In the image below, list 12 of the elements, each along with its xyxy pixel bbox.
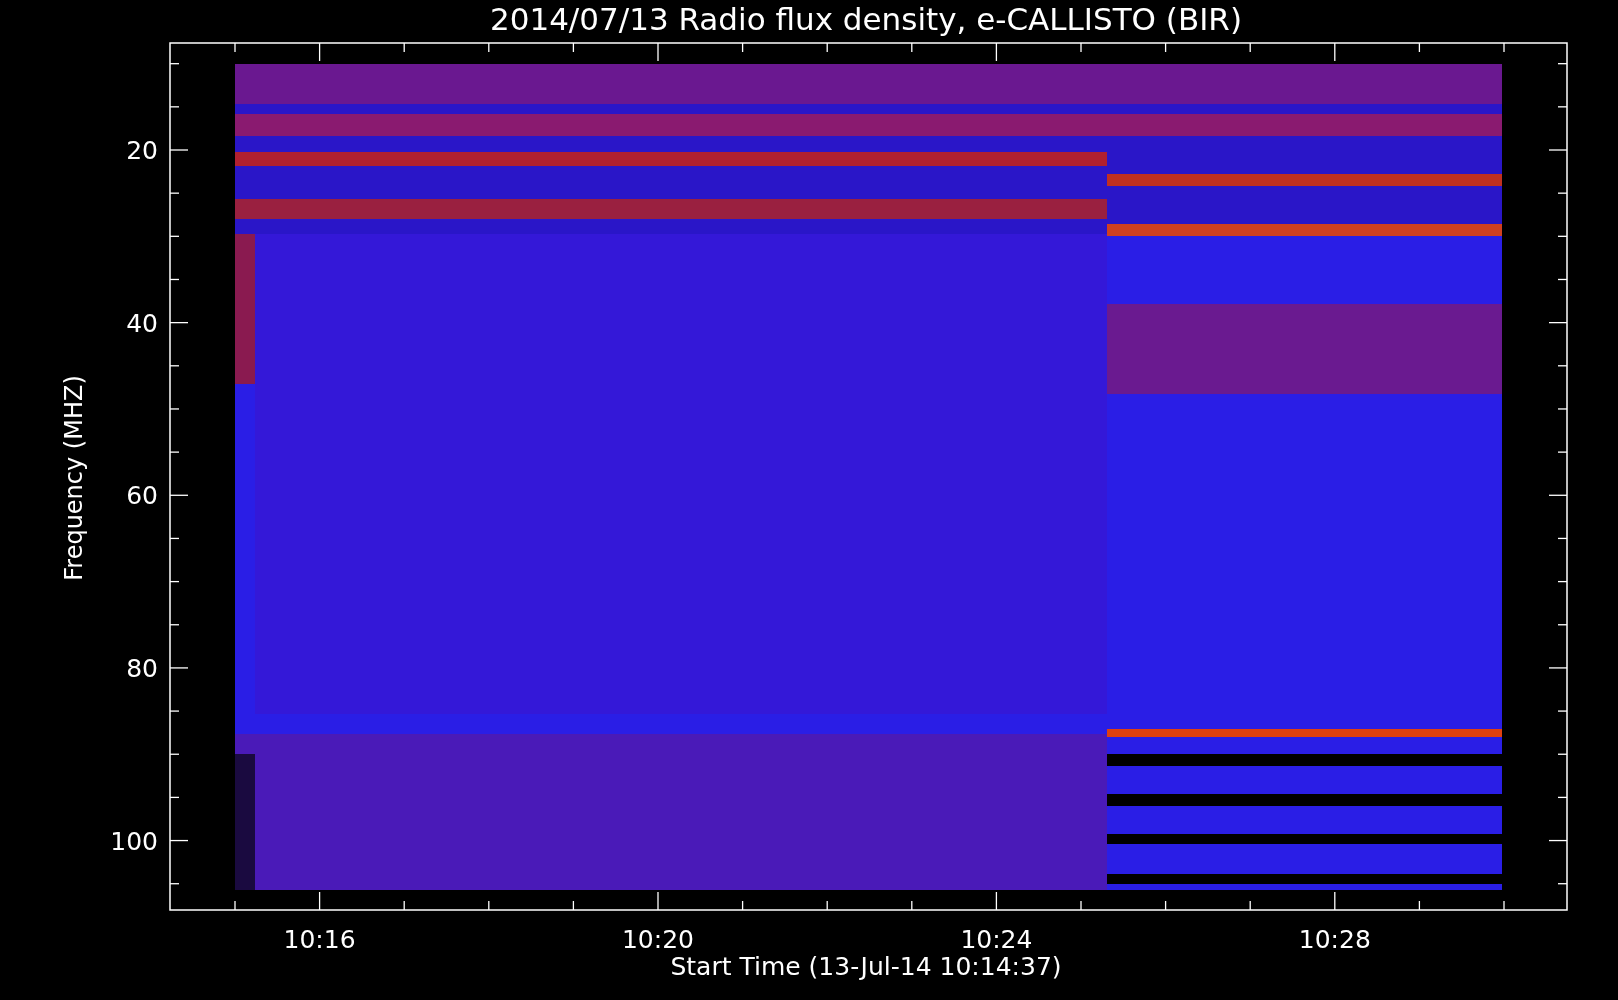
y-tick-label: 40 <box>126 308 158 338</box>
x-tick-label: 10:16 <box>283 925 356 954</box>
y-tick-label: 20 <box>126 136 158 165</box>
y-tick-label: 80 <box>126 653 158 683</box>
x-tick-label: 10:24 <box>960 925 1033 954</box>
x-axis-label: Start Time (13-Jul-14 10:14:37) <box>670 952 1062 981</box>
x-tick-label: 10:20 <box>622 925 694 954</box>
y-tick-label: 60 <box>126 481 158 511</box>
x-tick-label: 10:28 <box>1298 925 1371 954</box>
y-tick-label: 100 <box>110 826 158 856</box>
y-axis-label: Frequency (MHZ) <box>60 375 88 581</box>
chart-title: 2014/07/13 Radio flux density, e-CALLISTO (BIR) <box>490 1 1242 37</box>
